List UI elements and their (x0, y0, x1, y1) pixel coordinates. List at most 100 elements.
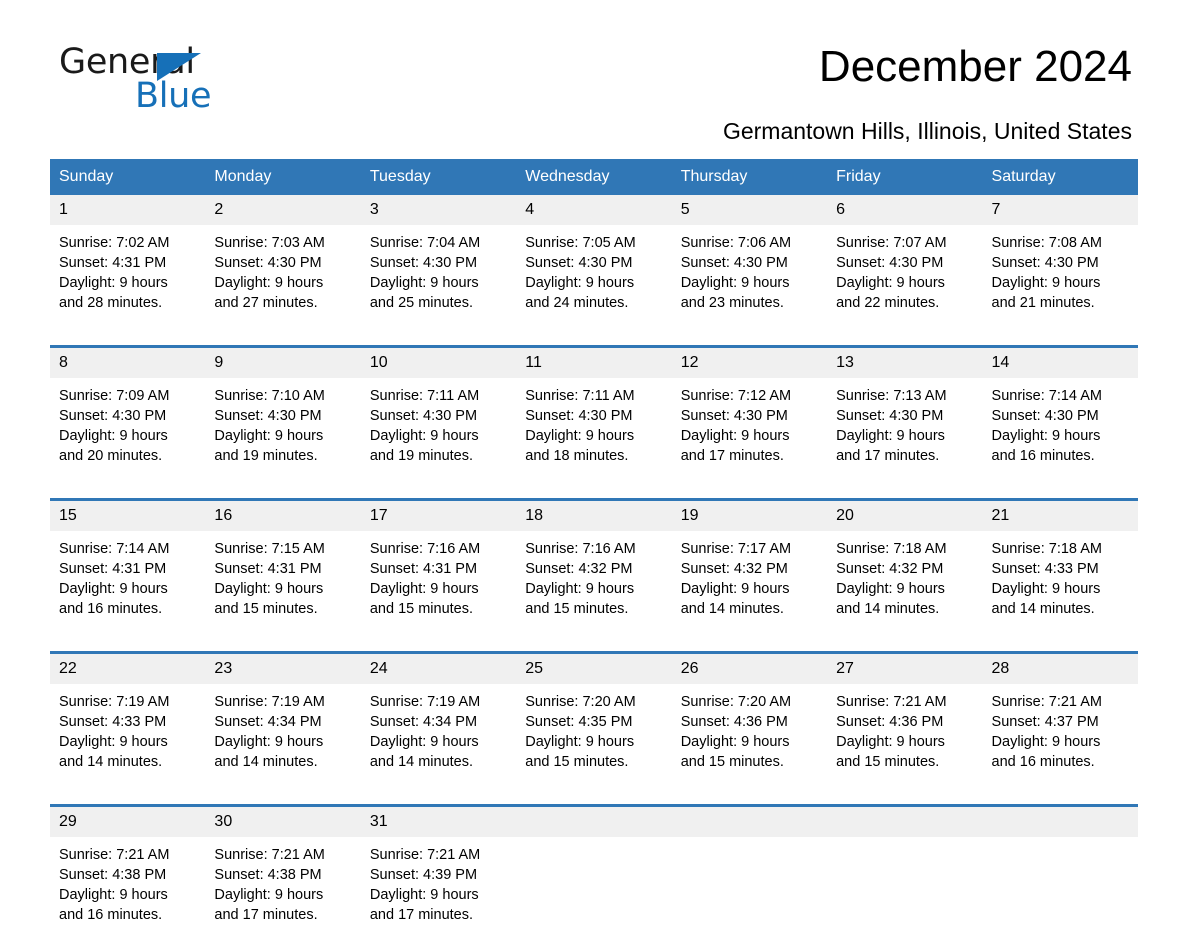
calendar-day-cell[interactable]: 21Sunrise: 7:18 AMSunset: 4:33 PMDayligh… (983, 500, 1138, 638)
day-number: 5 (672, 195, 827, 225)
daylight-duration-line1: Daylight: 9 hours (992, 732, 1138, 752)
daylight-duration-line2: and 17 minutes. (681, 446, 827, 466)
calendar-day-cell[interactable]: 31Sunrise: 7:21 AMSunset: 4:39 PMDayligh… (361, 806, 516, 943)
calendar-day-cell[interactable]: 14Sunrise: 7:14 AMSunset: 4:30 PMDayligh… (983, 347, 1138, 485)
calendar-day-cell[interactable]: 18Sunrise: 7:16 AMSunset: 4:32 PMDayligh… (516, 500, 671, 638)
day-details: Sunrise: 7:12 AMSunset: 4:30 PMDaylight:… (672, 378, 827, 484)
sunrise-time: Sunrise: 7:11 AM (525, 386, 671, 406)
calendar-day-cell[interactable]: 20Sunrise: 7:18 AMSunset: 4:32 PMDayligh… (827, 500, 982, 638)
calendar-day-cell[interactable]: 4Sunrise: 7:05 AMSunset: 4:30 PMDaylight… (516, 195, 671, 331)
week-spacer (50, 790, 1138, 806)
calendar-day-cell[interactable]: 17Sunrise: 7:16 AMSunset: 4:31 PMDayligh… (361, 500, 516, 638)
daylight-duration-line2: and 18 minutes. (525, 446, 671, 466)
sunrise-time: Sunrise: 7:05 AM (525, 233, 671, 253)
sunset-time: Sunset: 4:34 PM (214, 712, 360, 732)
daylight-duration-line1: Daylight: 9 hours (681, 426, 827, 446)
day-number: 28 (983, 654, 1138, 684)
calendar-day-cell[interactable]: 5Sunrise: 7:06 AMSunset: 4:30 PMDaylight… (672, 195, 827, 331)
weekday-header-monday: Monday (205, 159, 360, 195)
week-spacer-cell (50, 331, 1138, 347)
day-number: 7 (983, 195, 1138, 225)
calendar-week-row: 29Sunrise: 7:21 AMSunset: 4:38 PMDayligh… (50, 806, 1138, 943)
daylight-duration-line1: Daylight: 9 hours (836, 732, 982, 752)
sunrise-time: Sunrise: 7:17 AM (681, 539, 827, 559)
daylight-duration-line1: Daylight: 9 hours (992, 579, 1138, 599)
calendar-day-cell[interactable]: 2Sunrise: 7:03 AMSunset: 4:30 PMDaylight… (205, 195, 360, 331)
day-details (827, 837, 982, 925)
daylight-duration-line1: Daylight: 9 hours (992, 426, 1138, 446)
daylight-duration-line1: Daylight: 9 hours (59, 732, 205, 752)
calendar-day-cell[interactable]: 9Sunrise: 7:10 AMSunset: 4:30 PMDaylight… (205, 347, 360, 485)
sunset-time: Sunset: 4:34 PM (370, 712, 516, 732)
calendar-day-cell[interactable]: 3Sunrise: 7:04 AMSunset: 4:30 PMDaylight… (361, 195, 516, 331)
sunset-time: Sunset: 4:30 PM (214, 253, 360, 273)
week-spacer (50, 484, 1138, 500)
calendar-day-cell[interactable]: 6Sunrise: 7:07 AMSunset: 4:30 PMDaylight… (827, 195, 982, 331)
calendar-day-cell[interactable]: 13Sunrise: 7:13 AMSunset: 4:30 PMDayligh… (827, 347, 982, 485)
day-number: 1 (50, 195, 205, 225)
calendar-day-cell[interactable]: 1Sunrise: 7:02 AMSunset: 4:31 PMDaylight… (50, 195, 205, 331)
sunrise-time: Sunrise: 7:04 AM (370, 233, 516, 253)
sunset-time: Sunset: 4:32 PM (836, 559, 982, 579)
day-number: 12 (672, 348, 827, 378)
sunrise-time: Sunrise: 7:14 AM (992, 386, 1138, 406)
sunset-time: Sunset: 4:30 PM (992, 406, 1138, 426)
calendar-day-cell[interactable]: 16Sunrise: 7:15 AMSunset: 4:31 PMDayligh… (205, 500, 360, 638)
day-number: 25 (516, 654, 671, 684)
calendar-day-cell[interactable]: 27Sunrise: 7:21 AMSunset: 4:36 PMDayligh… (827, 653, 982, 791)
calendar-day-cell[interactable]: 25Sunrise: 7:20 AMSunset: 4:35 PMDayligh… (516, 653, 671, 791)
sunset-time: Sunset: 4:30 PM (59, 406, 205, 426)
sunset-time: Sunset: 4:31 PM (214, 559, 360, 579)
day-details: Sunrise: 7:21 AMSunset: 4:36 PMDaylight:… (827, 684, 982, 790)
sunset-time: Sunset: 4:33 PM (59, 712, 205, 732)
weekday-header-sunday: Sunday (50, 159, 205, 195)
daylight-duration-line2: and 14 minutes. (992, 599, 1138, 619)
day-details: Sunrise: 7:17 AMSunset: 4:32 PMDaylight:… (672, 531, 827, 637)
calendar-day-cell[interactable]: 30Sunrise: 7:21 AMSunset: 4:38 PMDayligh… (205, 806, 360, 943)
sunset-time: Sunset: 4:30 PM (681, 253, 827, 273)
daylight-duration-line1: Daylight: 9 hours (214, 426, 360, 446)
calendar-day-cell[interactable]: 12Sunrise: 7:12 AMSunset: 4:30 PMDayligh… (672, 347, 827, 485)
page-header: General Blue December 2024 (50, 0, 1138, 112)
daylight-duration-line1: Daylight: 9 hours (370, 426, 516, 446)
calendar-day-cell[interactable]: 11Sunrise: 7:11 AMSunset: 4:30 PMDayligh… (516, 347, 671, 485)
calendar-page: General Blue December 2024 Germantown Hi… (0, 0, 1188, 918)
calendar-day-cell[interactable]: 10Sunrise: 7:11 AMSunset: 4:30 PMDayligh… (361, 347, 516, 485)
sunset-time: Sunset: 4:30 PM (992, 253, 1138, 273)
calendar-day-cell[interactable]: 22Sunrise: 7:19 AMSunset: 4:33 PMDayligh… (50, 653, 205, 791)
sunset-time: Sunset: 4:30 PM (681, 406, 827, 426)
weekday-header-saturday: Saturday (983, 159, 1138, 195)
day-number: 9 (205, 348, 360, 378)
daylight-duration-line1: Daylight: 9 hours (836, 579, 982, 599)
day-details: Sunrise: 7:10 AMSunset: 4:30 PMDaylight:… (205, 378, 360, 484)
calendar-day-cell[interactable]: 24Sunrise: 7:19 AMSunset: 4:34 PMDayligh… (361, 653, 516, 791)
calendar-day-cell[interactable]: 26Sunrise: 7:20 AMSunset: 4:36 PMDayligh… (672, 653, 827, 791)
sunrise-time: Sunrise: 7:10 AM (214, 386, 360, 406)
sunset-time: Sunset: 4:32 PM (681, 559, 827, 579)
calendar-day-cell[interactable]: 15Sunrise: 7:14 AMSunset: 4:31 PMDayligh… (50, 500, 205, 638)
day-details: Sunrise: 7:21 AMSunset: 4:38 PMDaylight:… (50, 837, 205, 943)
calendar-day-cell[interactable]: 28Sunrise: 7:21 AMSunset: 4:37 PMDayligh… (983, 653, 1138, 791)
calendar-day-cell[interactable]: 29Sunrise: 7:21 AMSunset: 4:38 PMDayligh… (50, 806, 205, 943)
day-details: Sunrise: 7:11 AMSunset: 4:30 PMDaylight:… (361, 378, 516, 484)
calendar-day-cell[interactable]: 8Sunrise: 7:09 AMSunset: 4:30 PMDaylight… (50, 347, 205, 485)
sunset-time: Sunset: 4:31 PM (370, 559, 516, 579)
calendar-header: Sunday Monday Tuesday Wednesday Thursday… (50, 159, 1138, 195)
day-details: Sunrise: 7:16 AMSunset: 4:32 PMDaylight:… (516, 531, 671, 637)
calendar-day-cell[interactable]: 7Sunrise: 7:08 AMSunset: 4:30 PMDaylight… (983, 195, 1138, 331)
day-number: 21 (983, 501, 1138, 531)
day-details: Sunrise: 7:19 AMSunset: 4:34 PMDaylight:… (361, 684, 516, 790)
calendar-week-row: 1Sunrise: 7:02 AMSunset: 4:31 PMDaylight… (50, 195, 1138, 331)
sunset-time: Sunset: 4:36 PM (681, 712, 827, 732)
sunset-time: Sunset: 4:30 PM (370, 253, 516, 273)
calendar-week-row: 15Sunrise: 7:14 AMSunset: 4:31 PMDayligh… (50, 500, 1138, 638)
daylight-duration-line2: and 15 minutes. (214, 599, 360, 619)
daylight-duration-line2: and 16 minutes. (992, 752, 1138, 772)
sunrise-time: Sunrise: 7:20 AM (681, 692, 827, 712)
calendar-day-cell[interactable]: 19Sunrise: 7:17 AMSunset: 4:32 PMDayligh… (672, 500, 827, 638)
sunrise-time: Sunrise: 7:19 AM (214, 692, 360, 712)
generalblue-logo[interactable]: General Blue (59, 45, 359, 125)
calendar-day-cell[interactable]: 23Sunrise: 7:19 AMSunset: 4:34 PMDayligh… (205, 653, 360, 791)
daylight-duration-line2: and 14 minutes. (214, 752, 360, 772)
daylight-duration-line2: and 27 minutes. (214, 293, 360, 313)
